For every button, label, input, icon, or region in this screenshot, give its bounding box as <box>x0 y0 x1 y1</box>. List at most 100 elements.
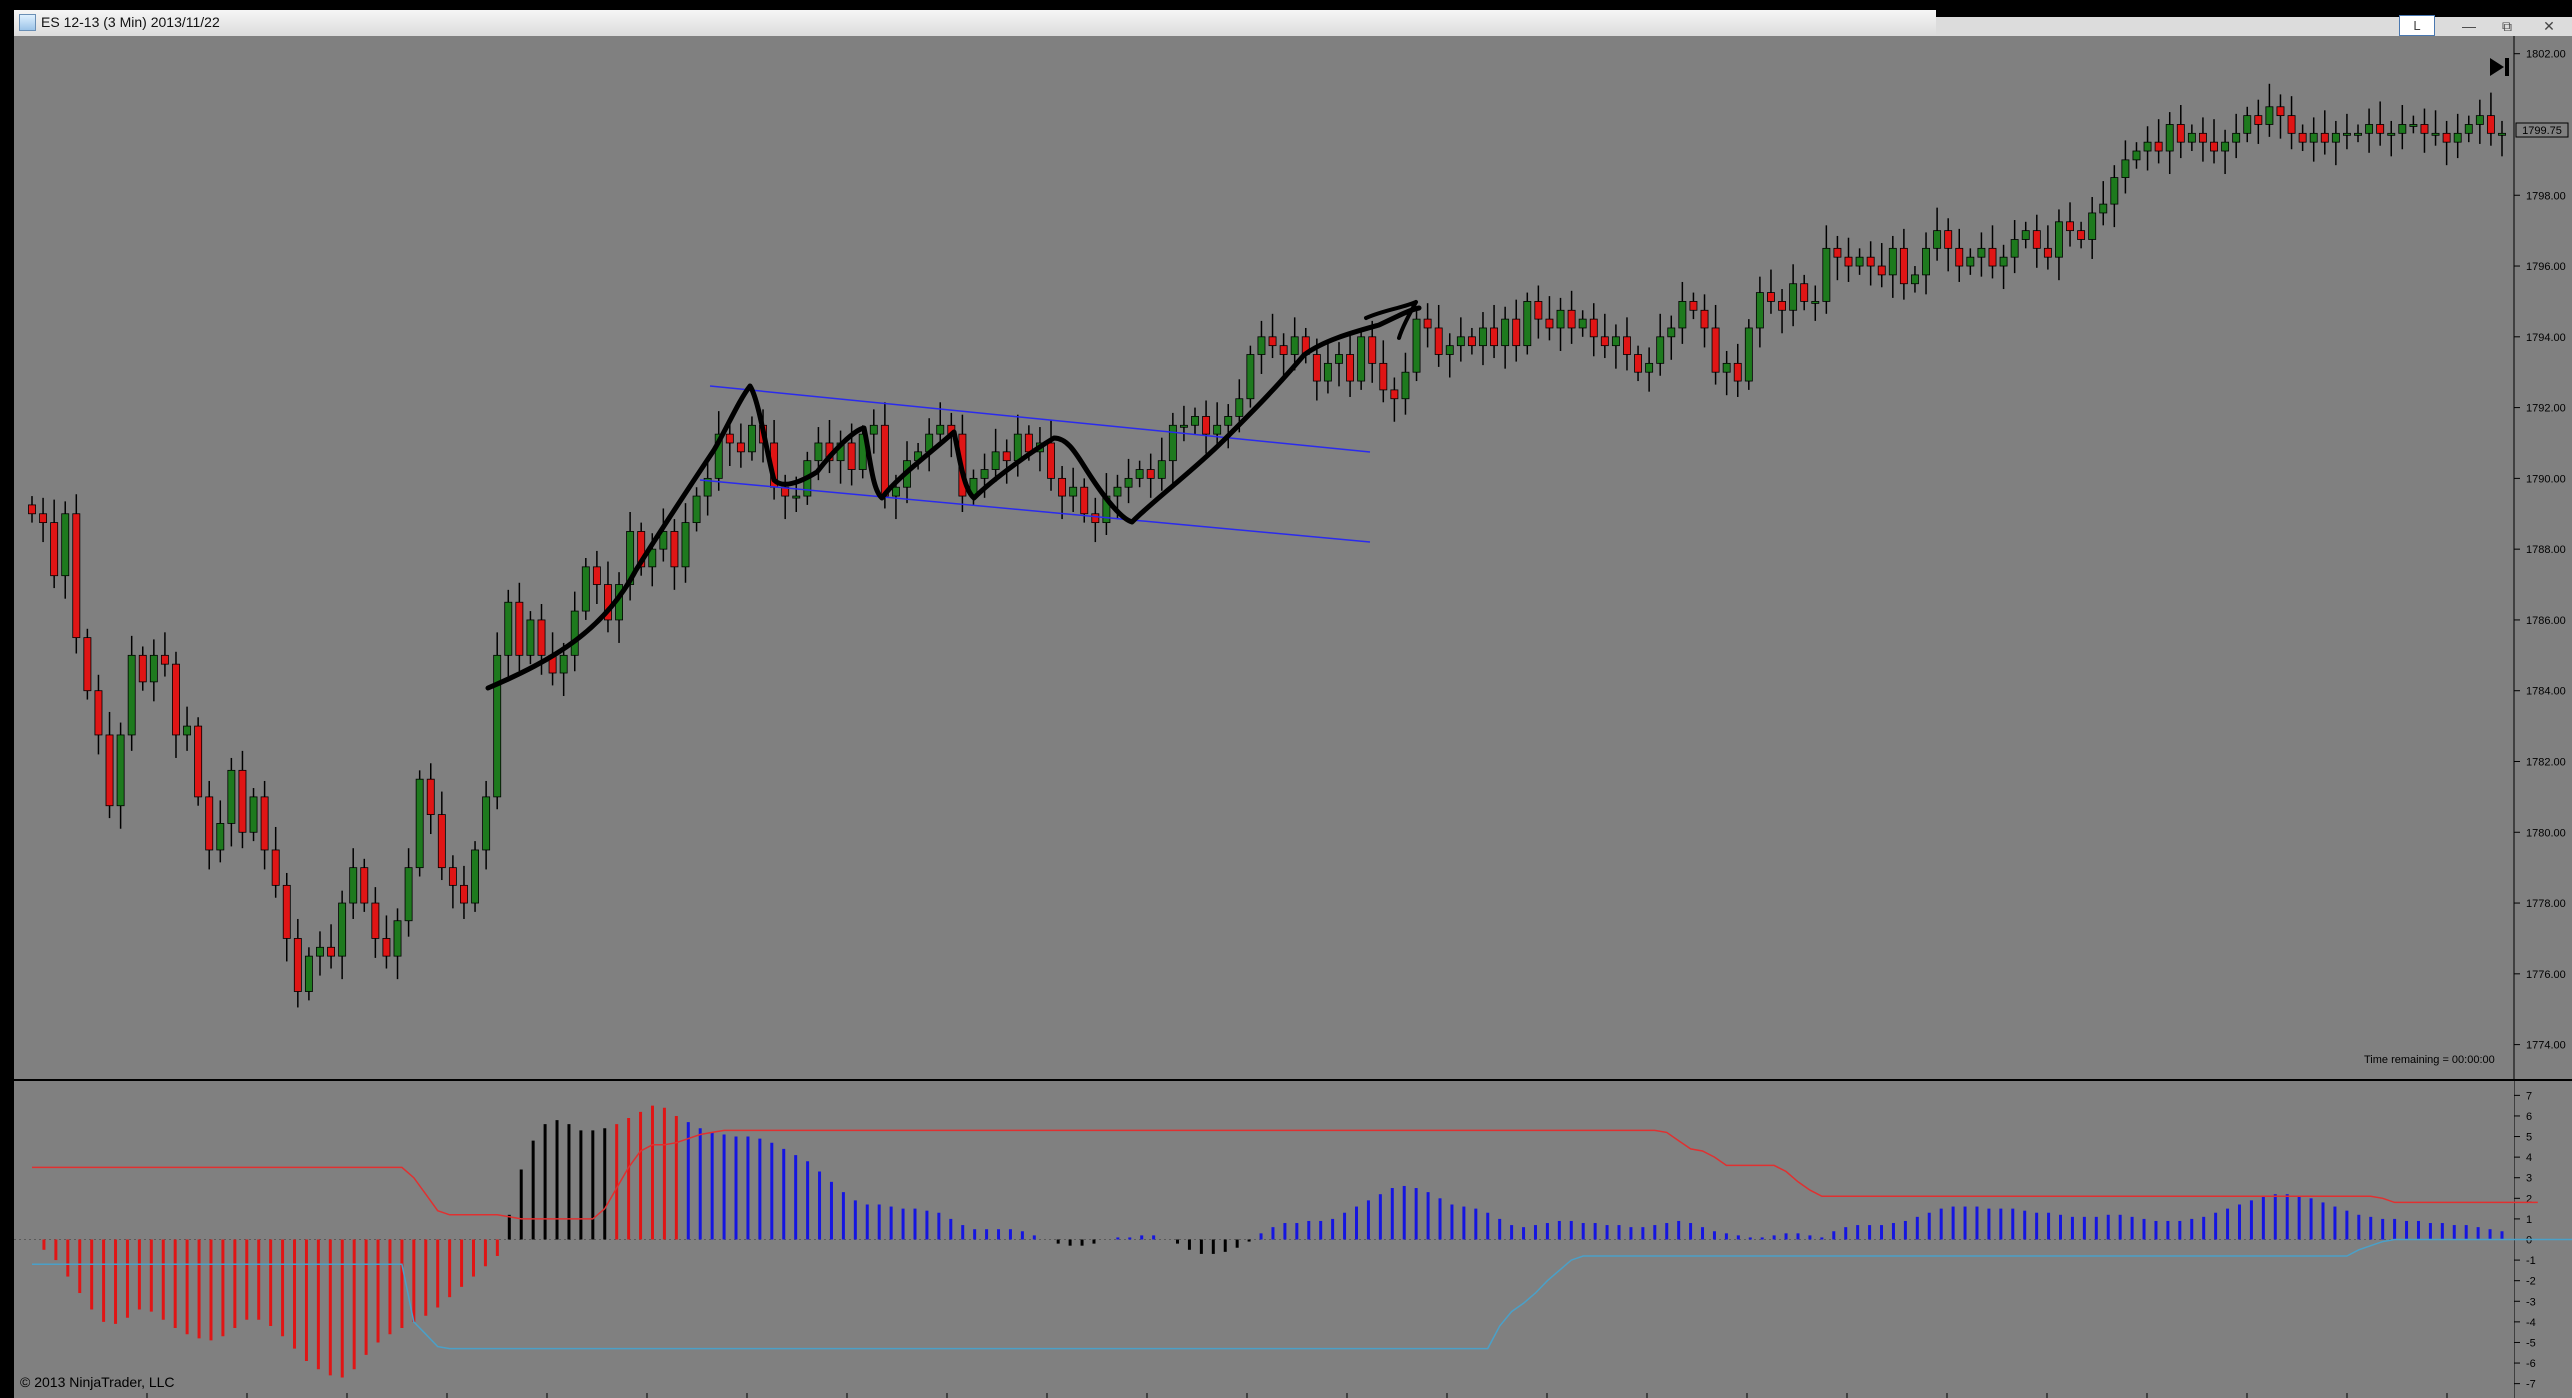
candle-up <box>1977 247 1986 258</box>
candle-up <box>415 778 424 869</box>
price-tick-label: 1794.00 <box>2526 332 2566 344</box>
candle-down <box>50 522 59 577</box>
candle-up <box>2021 230 2030 240</box>
candle-down <box>1390 389 1399 400</box>
candle-down <box>1080 486 1089 515</box>
indicator-tick-label: 2 <box>2526 1193 2532 1205</box>
candle-down <box>371 902 380 939</box>
candle-up <box>149 654 158 683</box>
candle-up <box>1722 362 1731 373</box>
candle-down <box>1944 230 1953 249</box>
candle-up <box>1224 416 1233 426</box>
candle-down <box>194 725 203 798</box>
candle-down <box>83 637 92 692</box>
candle-up <box>2331 132 2340 143</box>
candle-up <box>1933 230 1942 249</box>
candle-up <box>2121 159 2130 178</box>
candle-down <box>1047 442 1055 479</box>
candle-up <box>338 902 347 957</box>
candle-down <box>2198 132 2207 143</box>
candle-up <box>581 566 590 612</box>
candle-up <box>1911 274 1919 285</box>
candle-up <box>2143 141 2152 152</box>
candle-down <box>1844 256 1853 267</box>
candle-down <box>1202 416 1211 435</box>
indicator-tick-label: -4 <box>2526 1317 2536 1329</box>
candle-down <box>537 619 546 656</box>
chart-area[interactable]: 1774.00 1776.00 1778.00 1780.00 1782.00 1784.… <box>14 10 2572 1398</box>
candle-up <box>1456 336 1465 347</box>
candle-down <box>880 424 889 497</box>
candle-up <box>980 469 989 479</box>
candle-down <box>437 814 446 869</box>
price-panel[interactable] <box>14 36 2514 1080</box>
price-tick-label: 1776.00 <box>2526 969 2566 981</box>
last-price-label: 1799.75 <box>2522 125 2562 137</box>
candle-up <box>570 610 579 656</box>
candle-up <box>1013 433 1022 462</box>
candle-up <box>1966 256 1975 267</box>
candle-up <box>349 867 358 904</box>
indicator-tick-label: 0 <box>2526 1235 2532 1247</box>
candle-up <box>1069 486 1078 497</box>
candle-up <box>2088 212 2097 240</box>
candle-up <box>2431 132 2440 136</box>
candle-down <box>2420 124 2429 134</box>
candle-up <box>61 513 70 577</box>
candle-up <box>2387 132 2396 136</box>
candle-down <box>592 566 601 585</box>
candle-up <box>1445 345 1454 355</box>
candle-down <box>1024 433 1033 453</box>
candle-up <box>2010 239 2019 258</box>
candle-down <box>1589 318 1598 338</box>
price-tick-label: 1798.00 <box>2526 190 2566 202</box>
candle-up <box>1888 247 1897 276</box>
candle-down <box>2287 115 2296 134</box>
candle-down <box>172 663 180 736</box>
candle-down <box>2442 132 2451 143</box>
candle-up <box>1656 336 1665 364</box>
candle-up <box>1168 424 1177 462</box>
candle-up <box>2232 132 2241 143</box>
candle-down <box>282 884 291 939</box>
candle-down <box>1689 301 1698 311</box>
indicator-tick-label: -7 <box>2526 1379 2536 1391</box>
candle-up <box>493 654 502 798</box>
candle-down <box>1567 309 1576 329</box>
candle-down <box>1623 336 1631 355</box>
candle-down <box>138 654 147 683</box>
candle-down <box>1279 345 1288 355</box>
indicator-tick-label: 7 <box>2526 1090 2532 1102</box>
candle-down <box>460 884 468 904</box>
candle-down <box>725 433 734 444</box>
candle-up <box>1179 424 1188 428</box>
candle-up <box>681 522 690 568</box>
candle-up <box>692 495 701 524</box>
candle-down <box>1778 301 1786 311</box>
candle-down <box>670 531 679 568</box>
candle-up <box>1744 327 1753 382</box>
candle-down <box>39 513 48 524</box>
candle-down <box>1058 477 1067 497</box>
price-tick-label: 1792.00 <box>2526 403 2566 415</box>
candle-up <box>1401 371 1410 400</box>
candle-up <box>1611 336 1620 347</box>
candle-down <box>1767 292 1775 302</box>
copyright-label: © 2013 NinjaTrader, LLC <box>20 1374 175 1390</box>
candle-down <box>2376 124 2385 134</box>
candle-up <box>249 796 258 833</box>
candle-down <box>1877 265 1886 276</box>
candle-down <box>1600 336 1609 347</box>
candle-up <box>892 486 900 497</box>
candle-down <box>293 938 302 992</box>
candle-down <box>1312 354 1321 382</box>
candle-up <box>1257 336 1266 355</box>
candle-down <box>205 796 214 851</box>
candle-down <box>1512 318 1521 347</box>
candle-up <box>1135 469 1144 479</box>
candle-up <box>2243 115 2252 134</box>
candle-up <box>1822 247 1831 302</box>
candle-down <box>426 778 435 815</box>
candle-up <box>2498 132 2506 136</box>
chart-window: ES 12-13 (3 Min) 2013/11/22 L — ⧉ ✕ 1774… <box>14 10 2572 1398</box>
